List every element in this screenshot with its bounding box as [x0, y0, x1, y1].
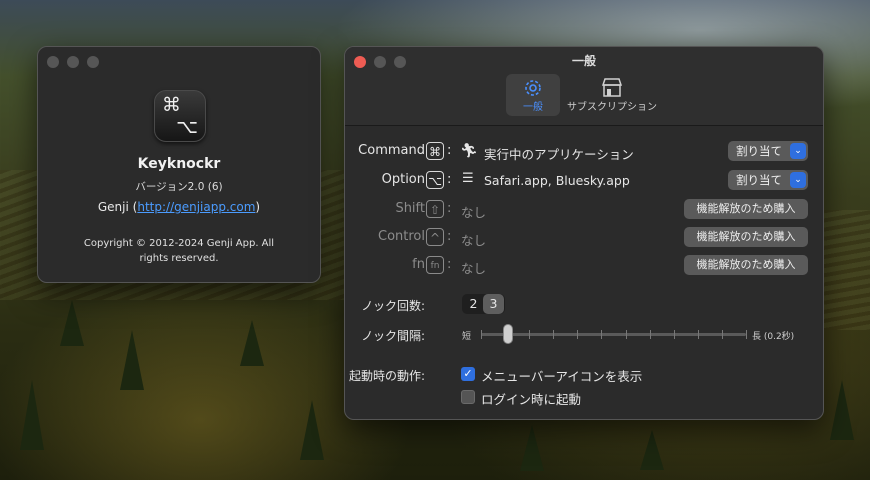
key-name: Option	[381, 172, 425, 187]
wallpaper-tree	[20, 380, 44, 450]
colon: :	[447, 229, 452, 244]
copyright: Copyright © 2012-2024 Genji App. All rig…	[83, 238, 275, 264]
startup-label: 起動時の動作:	[348, 369, 425, 383]
target-apps: Safari.app, Bluesky.app	[484, 173, 630, 188]
about-window: ⌘ ⌥ Keyknockr バージョン2.0 (6) Genji (http:/…	[37, 46, 321, 283]
zoom-button[interactable]	[87, 56, 99, 68]
knock-count-label: ノック回数:	[361, 299, 425, 313]
running-figure-icon: 🏃︎	[460, 143, 478, 159]
window-title: 一般	[571, 54, 596, 68]
tab-subscription[interactable]: サブスクリプション	[564, 74, 660, 116]
slider-tick	[481, 330, 482, 339]
wallpaper-tree	[520, 425, 544, 471]
colon: :	[447, 143, 452, 158]
developer-line: Genji (http://genjiapp.com)	[97, 200, 261, 214]
slider-tick	[529, 330, 531, 339]
toolbar: 一般 一般 サブスクリプション	[345, 47, 823, 126]
wallpaper-tree	[120, 330, 144, 390]
tab-general[interactable]: 一般	[506, 74, 560, 116]
wallpaper-tree	[240, 320, 264, 366]
close-button[interactable]	[47, 56, 59, 68]
key-name: Control	[378, 229, 425, 244]
slider-tick	[746, 330, 747, 339]
slider-tick	[553, 330, 555, 339]
purchase-button-fn[interactable]: 機能解放のため購入	[684, 255, 808, 275]
storefront-icon	[601, 78, 623, 97]
knock-interval-label: ノック間隔:	[361, 329, 425, 343]
purchase-button-shift[interactable]: 機能解放のため購入	[684, 199, 808, 219]
command-glyph: ⌘	[162, 94, 181, 116]
option-glyph: ⌥	[176, 116, 198, 138]
slider-tick	[625, 330, 627, 339]
slider-min-label: 短	[462, 332, 472, 342]
assign-label: 割り当て	[736, 144, 782, 158]
list-icon: ☰	[462, 171, 474, 186]
colon: :	[447, 257, 452, 272]
slider-tick	[673, 330, 675, 339]
colon: :	[447, 201, 452, 216]
control-key-icon: ^	[426, 228, 444, 246]
slider-tick	[601, 330, 603, 339]
knock-count-option-2[interactable]: 2	[463, 294, 484, 314]
colon: :	[447, 172, 452, 187]
developer-link[interactable]: http://genjiapp.com	[137, 200, 255, 214]
wallpaper-tree	[640, 430, 664, 470]
wallpaper-tree	[830, 380, 854, 440]
wallpaper-vineyard-right	[820, 210, 870, 330]
gear-icon	[525, 80, 541, 96]
tab-general-label: 一般	[523, 102, 543, 113]
app-version: バージョン2.0 (6)	[135, 181, 223, 193]
chevron-down-icon: ⌄	[790, 172, 806, 188]
knock-count-option-3[interactable]: 3	[483, 294, 504, 314]
assign-popup-command[interactable]: 割り当て ⌄	[728, 141, 808, 161]
chevron-down-icon: ⌄	[790, 143, 806, 159]
slider-knob[interactable]	[502, 324, 513, 344]
slider-tick	[649, 330, 651, 339]
assign-label: 割り当て	[736, 173, 782, 187]
slider-max-label: 長 (0.2秒)	[752, 332, 795, 342]
wallpaper-tree	[60, 300, 84, 346]
knock-count-segmented[interactable]: 2 3	[462, 294, 505, 314]
slider-tick	[577, 330, 579, 339]
purchase-button-control[interactable]: 機能解放のため購入	[684, 227, 808, 247]
app-name: Keyknockr	[137, 156, 221, 172]
target-apps: なし	[461, 205, 487, 220]
launch-at-login-checkbox[interactable]	[461, 390, 475, 404]
key-name: fn	[412, 257, 425, 272]
target-apps: 実行中のアプリケーション	[484, 147, 634, 162]
launch-at-login-label: ログイン時に起動	[481, 392, 582, 407]
command-key-icon: ⌘	[426, 142, 444, 160]
settings-window: 一般 一般 サブスクリプション Command ⌘ : 🏃︎ 実行中のアプリケー…	[344, 46, 824, 420]
slider-tick	[697, 330, 699, 339]
wallpaper-tree	[300, 400, 324, 460]
tab-subscription-label: サブスクリプション	[567, 102, 657, 113]
key-name: Shift	[395, 201, 425, 216]
show-menubar-checkbox[interactable]: ✓	[461, 367, 475, 381]
developer-name: Genji	[97, 200, 129, 214]
key-name: Command	[358, 143, 425, 158]
show-menubar-label: メニューバーアイコンを表示	[481, 369, 643, 384]
minimize-button[interactable]	[67, 56, 79, 68]
traffic-lights	[47, 56, 99, 68]
fn-key-icon: fn	[426, 256, 444, 274]
assign-popup-option[interactable]: 割り当て ⌄	[728, 170, 808, 190]
target-apps: なし	[461, 261, 487, 276]
knock-interval-slider[interactable]	[481, 333, 746, 336]
target-apps: なし	[461, 233, 487, 248]
shift-key-icon: ⇧	[426, 200, 444, 218]
slider-tick	[721, 330, 723, 339]
app-icon: ⌘ ⌥	[154, 90, 206, 142]
option-key-icon: ⌥	[426, 171, 444, 189]
